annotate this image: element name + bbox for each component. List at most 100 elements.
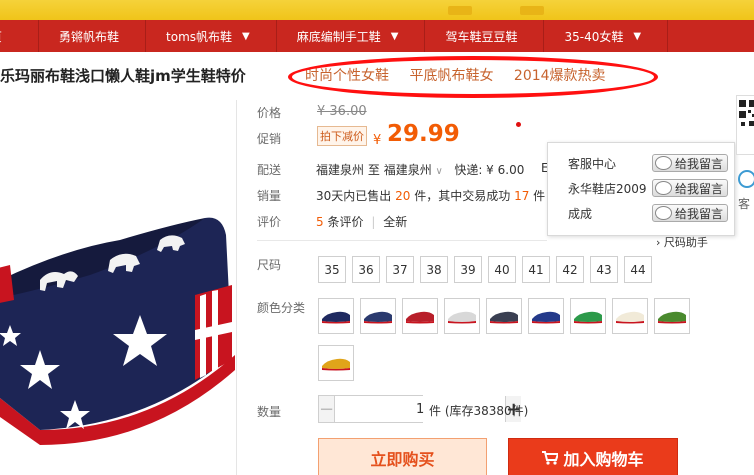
section-divider bbox=[257, 240, 547, 241]
review-count[interactable]: 5 bbox=[316, 215, 324, 229]
nav-item-espadrille[interactable]: 麻底编制手工鞋 ▼ bbox=[277, 20, 426, 52]
leave-message-label: 给我留言 bbox=[675, 206, 724, 221]
leave-message-label: 给我留言 bbox=[675, 181, 724, 196]
banner-accent bbox=[520, 6, 544, 15]
nav-item-womens-shoes[interactable]: 35-40女鞋 ▼ bbox=[544, 20, 669, 52]
size-option[interactable]: 37 bbox=[386, 256, 414, 283]
caret-down-icon: ▼ bbox=[242, 30, 250, 42]
message-bubble-icon bbox=[655, 156, 672, 170]
nav-item-label: 驾车鞋豆豆鞋 bbox=[445, 29, 518, 44]
service-row: 永华鞋店2009 给我留言 bbox=[568, 178, 728, 198]
shipping-info: 福建泉州 至 福建泉州 ∨ 快递: ¥ 6.00 bbox=[316, 161, 524, 178]
size-option[interactable]: 35 bbox=[318, 256, 346, 283]
sold-count: 20 bbox=[395, 189, 411, 203]
color-swatch[interactable] bbox=[612, 298, 648, 334]
red-annotation-oval bbox=[288, 56, 658, 98]
size-option[interactable]: 38 bbox=[420, 256, 448, 283]
add-to-cart-button[interactable]: 加入购物车 bbox=[508, 438, 678, 475]
quantity-stepper: − + bbox=[318, 395, 522, 423]
service-name: 客服中心 bbox=[568, 156, 617, 171]
cart-icon bbox=[542, 451, 559, 465]
nav-item-home[interactable]: 页 bbox=[0, 20, 40, 52]
product-image[interactable] bbox=[0, 100, 237, 475]
nav-item-label: 35-40女鞋 bbox=[564, 29, 624, 44]
original-price: ¥ 36.00 bbox=[317, 104, 367, 119]
sales-prefix: 30天内已售出 bbox=[316, 189, 392, 203]
review-separator: | bbox=[371, 215, 376, 229]
leave-message-button[interactable]: 给我留言 bbox=[652, 179, 728, 197]
size-option[interactable]: 36 bbox=[352, 256, 380, 283]
size-helper-link[interactable]: › 尺码助手 bbox=[656, 234, 708, 250]
shoe-thumbnail-icon bbox=[364, 311, 392, 324]
sidebar-text: 客 bbox=[738, 197, 751, 211]
color-swatch[interactable] bbox=[654, 298, 690, 334]
shoe-thumbnail-icon bbox=[448, 311, 476, 324]
review-count-suffix[interactable]: 条评价 bbox=[327, 215, 363, 229]
color-swatch[interactable] bbox=[528, 298, 564, 334]
price-label: 价格 bbox=[257, 106, 282, 120]
size-option[interactable]: 41 bbox=[522, 256, 550, 283]
chevron-down-icon[interactable]: ∨ bbox=[436, 166, 443, 177]
stock-info: 件 (库存38380件) bbox=[429, 404, 529, 418]
leave-message-button[interactable]: 给我留言 bbox=[652, 154, 728, 172]
color-swatch[interactable] bbox=[444, 298, 480, 334]
size-option[interactable]: 39 bbox=[454, 256, 482, 283]
shoe-thumbnail-icon bbox=[532, 311, 560, 324]
qr-code-icon bbox=[739, 100, 754, 126]
shipping-destination[interactable]: 福建泉州 bbox=[384, 163, 432, 177]
shoe-thumbnail-icon bbox=[574, 311, 602, 324]
size-helper-label: 尺码助手 bbox=[663, 236, 708, 249]
caret-down-icon: ▼ bbox=[390, 30, 399, 42]
nav-item-canvas-shoes[interactable]: 勇锵帆布鞋 bbox=[39, 20, 147, 52]
chat-icon[interactable] bbox=[738, 170, 754, 188]
shoe-image bbox=[0, 217, 235, 445]
condition-new: 全新 bbox=[383, 215, 408, 229]
nav-item-driving-shoes[interactable]: 驾车鞋豆豆鞋 bbox=[425, 20, 545, 52]
size-option[interactable]: 42 bbox=[556, 256, 584, 283]
service-row: 客服中心 给我留言 bbox=[568, 153, 728, 173]
nav-item-toms-shoes[interactable]: toms帆布鞋 ▼ bbox=[146, 20, 277, 52]
decrease-quantity-button[interactable]: − bbox=[319, 396, 336, 422]
quantity-label: 数量 bbox=[257, 405, 282, 419]
sales-label: 销量 bbox=[257, 189, 282, 203]
shoe-thumbnail-icon bbox=[616, 311, 644, 324]
nav-item-label: 勇锵帆布鞋 bbox=[59, 29, 120, 44]
current-price: 29.99 bbox=[387, 121, 460, 147]
shipping-from: 福建泉州 bbox=[316, 163, 365, 177]
nav-item-label: 页 bbox=[0, 28, 2, 45]
currency-symbol: ¥ bbox=[373, 133, 382, 148]
color-swatch[interactable] bbox=[486, 298, 522, 334]
shipping-label: 配送 bbox=[257, 163, 282, 177]
product-title: 乐玛丽布鞋浅口懒人鞋jm学生鞋特价 bbox=[0, 67, 246, 85]
top-banner-strip bbox=[0, 0, 754, 20]
buy-now-button[interactable]: 立即购买 bbox=[318, 438, 487, 475]
size-option[interactable]: 44 bbox=[624, 256, 652, 283]
message-bubble-icon bbox=[655, 206, 672, 220]
shoe-thumbnail-icon bbox=[322, 311, 350, 324]
success-count: 17 bbox=[514, 189, 530, 203]
chevron-right-icon: › bbox=[656, 236, 661, 249]
shoe-thumbnail-icon bbox=[406, 311, 434, 324]
add-to-cart-label: 加入购物车 bbox=[563, 450, 644, 469]
color-swatch[interactable] bbox=[318, 298, 354, 334]
size-label: 尺码 bbox=[257, 258, 282, 272]
leave-message-label: 给我留言 bbox=[675, 156, 724, 171]
shoe-thumbnail-icon bbox=[658, 311, 686, 324]
color-swatch[interactable] bbox=[402, 298, 438, 334]
color-swatch[interactable] bbox=[360, 298, 396, 334]
sales-middle: 件，其中交易成功 bbox=[414, 189, 511, 203]
sales-info: 30天内已售出 20 件，其中交易成功 17 件 bbox=[316, 187, 545, 204]
promo-label: 促销 bbox=[257, 132, 282, 146]
buy-now-label: 立即购买 bbox=[370, 450, 435, 469]
nav-item-label: 麻底编制手工鞋 bbox=[296, 29, 381, 44]
color-swatch[interactable] bbox=[318, 345, 354, 381]
reviews-info: 5 条评价 | 全新 bbox=[316, 213, 407, 230]
size-option[interactable]: 43 bbox=[590, 256, 618, 283]
size-option[interactable]: 40 bbox=[488, 256, 516, 283]
leave-message-button[interactable]: 给我留言 bbox=[652, 204, 728, 222]
product-title-row: 乐玛丽布鞋浅口懒人鞋jm学生鞋特价 时尚个性女鞋 平底帆布鞋女 2014爆款热卖 bbox=[0, 56, 754, 100]
service-row: 成成 给我留言 bbox=[568, 203, 728, 223]
color-swatch[interactable] bbox=[570, 298, 606, 334]
shoe-thumbnail-icon bbox=[322, 358, 350, 371]
nav-item-label: toms帆布鞋 bbox=[166, 29, 233, 44]
